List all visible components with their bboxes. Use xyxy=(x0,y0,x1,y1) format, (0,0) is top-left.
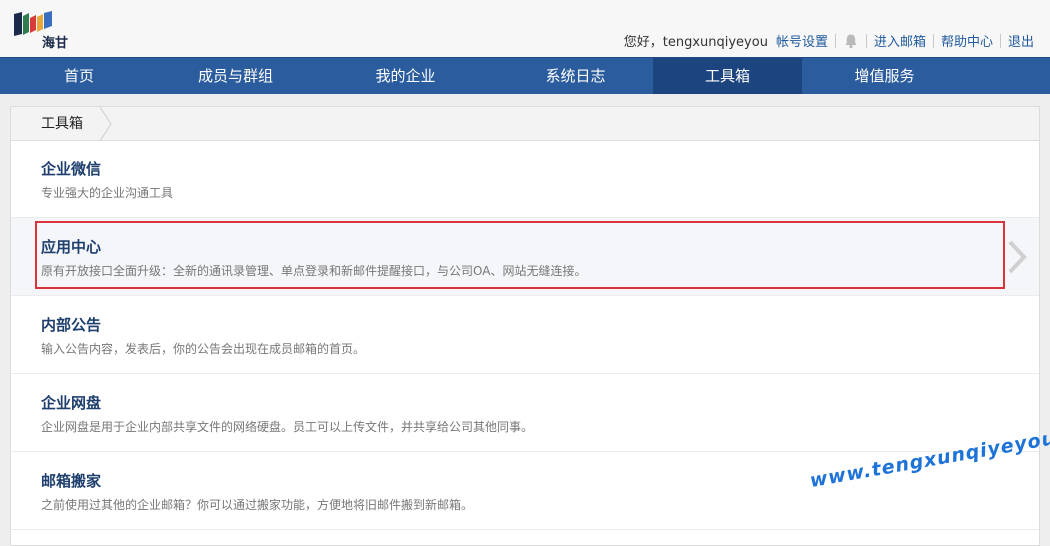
tool-title: 企业微信 xyxy=(41,160,102,178)
enter-mailbox-link[interactable]: 进入邮箱 xyxy=(874,31,926,50)
nav-item-members-groups[interactable]: 成员与群组 xyxy=(158,58,313,94)
top-header: 海甘 您好，tengxunqiyeyou 帐号设置 进入邮箱 帮助中心 退出 xyxy=(0,0,1050,57)
nav-item-my-enterprise[interactable]: 我的企业 xyxy=(313,58,498,94)
tool-row-app-center[interactable]: 应用中心 原有开放接口全面升级：全新的通讯录管理、单点登录和新邮件提醒接口，与公… xyxy=(11,218,1039,296)
toolbox-panel: 工具箱 企业微信 专业强大的企业沟通工具 应用中心 原有开放接口全面升级：全新的… xyxy=(10,106,1040,546)
account-settings-link[interactable]: 帐号设置 xyxy=(776,31,828,50)
company-logo[interactable]: 海甘 xyxy=(12,10,82,51)
tool-desc: 企业网盘是用于企业内部共享文件的网络硬盘。员工可以上传文件，并共享给公司其他同事… xyxy=(41,420,534,434)
tool-title: 应用中心 xyxy=(41,238,102,256)
help-center-link[interactable]: 帮助中心 xyxy=(941,31,993,50)
tool-row-announcement[interactable]: 内部公告 输入公告内容，发表后，你的公告会出现在成员邮箱的首页。 xyxy=(11,296,1039,374)
tool-title: 企业网盘 xyxy=(41,394,102,412)
logout-link[interactable]: 退出 xyxy=(1008,31,1034,50)
tool-title: 邮箱搬家 xyxy=(41,472,102,490)
main-nav: 首页 成员与群组 我的企业 系统日志 工具箱 增值服务 xyxy=(0,57,1050,94)
tool-desc: 输入公告内容，发表后，你的公告会出现在成员邮箱的首页。 xyxy=(41,342,366,356)
logo-text: 海甘 xyxy=(42,36,69,51)
nav-item-value-added[interactable]: 增值服务 xyxy=(802,58,967,94)
divider xyxy=(932,33,934,48)
tool-row-netdisk[interactable]: 企业网盘 企业网盘是用于企业内部共享文件的网络硬盘。员工可以上传文件，并共享给公… xyxy=(11,374,1039,452)
top-links: 您好，tengxunqiyeyou 帐号设置 进入邮箱 帮助中心 退出 xyxy=(624,31,1034,50)
divider xyxy=(865,33,867,48)
greeting-text: 您好，tengxunqiyeyou xyxy=(623,35,768,50)
nav-item-home[interactable]: 首页 xyxy=(0,58,158,94)
breadcrumb-label: 工具箱 xyxy=(41,116,83,132)
tool-row-wework[interactable]: 企业微信 专业强大的企业沟通工具 xyxy=(11,140,1039,218)
tool-desc: 专业强大的企业沟通工具 xyxy=(41,186,174,200)
tool-desc: 之前使用过其他的企业邮箱？你可以通过搬家功能，方便地将旧邮件搬到新邮箱。 xyxy=(41,498,474,512)
breadcrumb: 工具箱 xyxy=(11,107,1039,141)
divider xyxy=(834,33,836,48)
tool-title: 内部公告 xyxy=(41,316,102,334)
chevron-right-icon xyxy=(1008,240,1027,274)
bell-icon[interactable] xyxy=(843,33,859,49)
nav-item-system-log[interactable]: 系统日志 xyxy=(498,58,653,94)
breadcrumb-arrow-icon xyxy=(99,107,112,141)
divider xyxy=(999,33,1001,48)
nav-item-toolbox[interactable]: 工具箱 xyxy=(653,58,802,94)
tool-desc: 原有开放接口全面升级：全新的通讯录管理、单点登录和新邮件提醒接口，与公司OA、网… xyxy=(41,264,587,278)
